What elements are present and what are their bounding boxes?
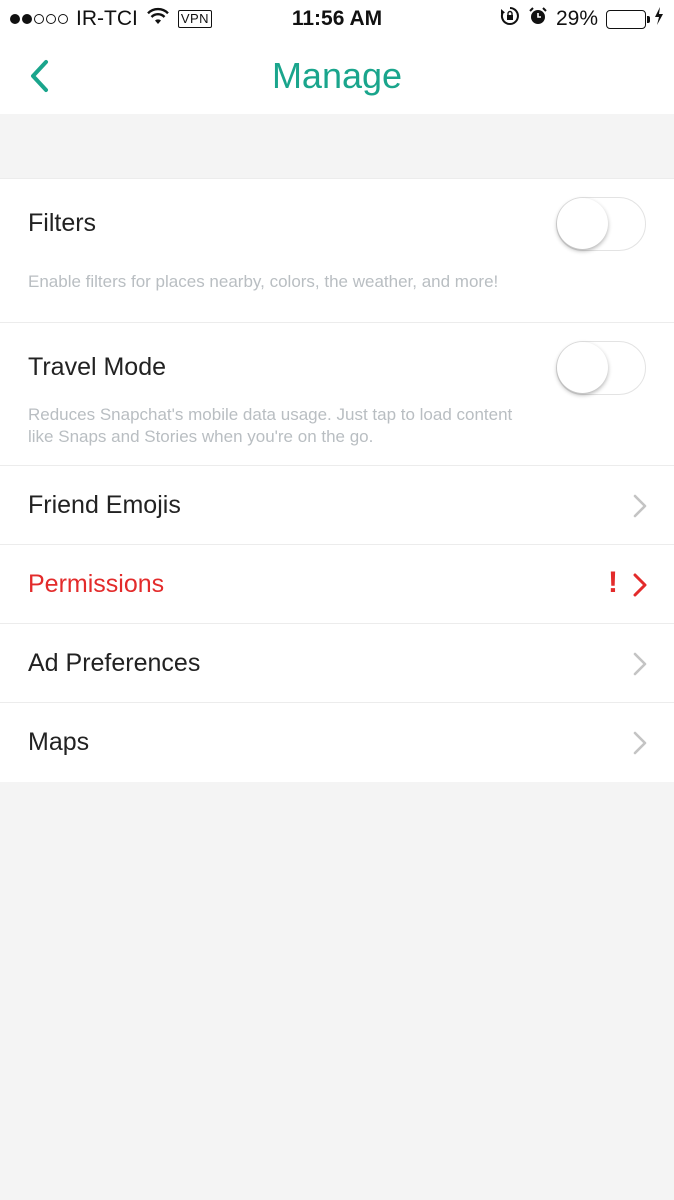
- filters-label: Filters: [28, 209, 97, 237]
- chevron-right-icon: [633, 494, 647, 518]
- status-bar: IR-TCI VPN 11:56 AM 29%: [0, 0, 674, 38]
- alert-icon: !: [608, 566, 618, 599]
- charging-icon: [654, 7, 664, 31]
- maps-label: Maps: [28, 728, 90, 756]
- travel-mode-description: Reduces Snapchat's mobile data usage. Ju…: [28, 404, 628, 448]
- alarm-icon: [528, 6, 548, 32]
- rotation-lock-icon: [500, 6, 520, 32]
- filters-description: Enable filters for places nearby, colors…: [28, 272, 499, 291]
- travel-mode-row: Travel Mode Reduces Snapchat's mobile da…: [0, 323, 674, 466]
- chevron-right-icon: [633, 573, 647, 597]
- status-right: 29%: [500, 6, 664, 32]
- ad-preferences-row[interactable]: Ad Preferences: [0, 624, 674, 703]
- filters-toggle[interactable]: [556, 197, 646, 251]
- chevron-right-icon: [633, 731, 647, 755]
- page-title: Manage: [271, 55, 403, 96]
- travel-mode-toggle[interactable]: [556, 341, 646, 395]
- settings-list: Filters Enable filters for places nearby…: [0, 178, 674, 782]
- travel-mode-description-line1: Reduces Snapchat's mobile data usage. Ju…: [28, 405, 513, 424]
- chevron-right-icon: [633, 652, 647, 676]
- toggle-knob: [557, 198, 608, 249]
- travel-mode-description-line2: like Snaps and Stories when you're on th…: [28, 427, 374, 446]
- friend-emojis-label: Friend Emojis: [28, 491, 181, 519]
- permissions-label: Permissions: [28, 570, 165, 598]
- nav-header: Manage: [0, 38, 674, 114]
- toggle-knob: [557, 342, 608, 393]
- maps-row[interactable]: Maps: [0, 703, 674, 782]
- permissions-row[interactable]: Permissions !: [0, 545, 674, 624]
- battery-icon: [606, 9, 650, 29]
- travel-mode-label: Travel Mode: [28, 353, 167, 381]
- friend-emojis-row[interactable]: Friend Emojis: [0, 466, 674, 545]
- battery-percent: 29%: [555, 7, 598, 30]
- filters-row: Filters Enable filters for places nearby…: [0, 179, 674, 323]
- ad-preferences-label: Ad Preferences: [28, 649, 201, 677]
